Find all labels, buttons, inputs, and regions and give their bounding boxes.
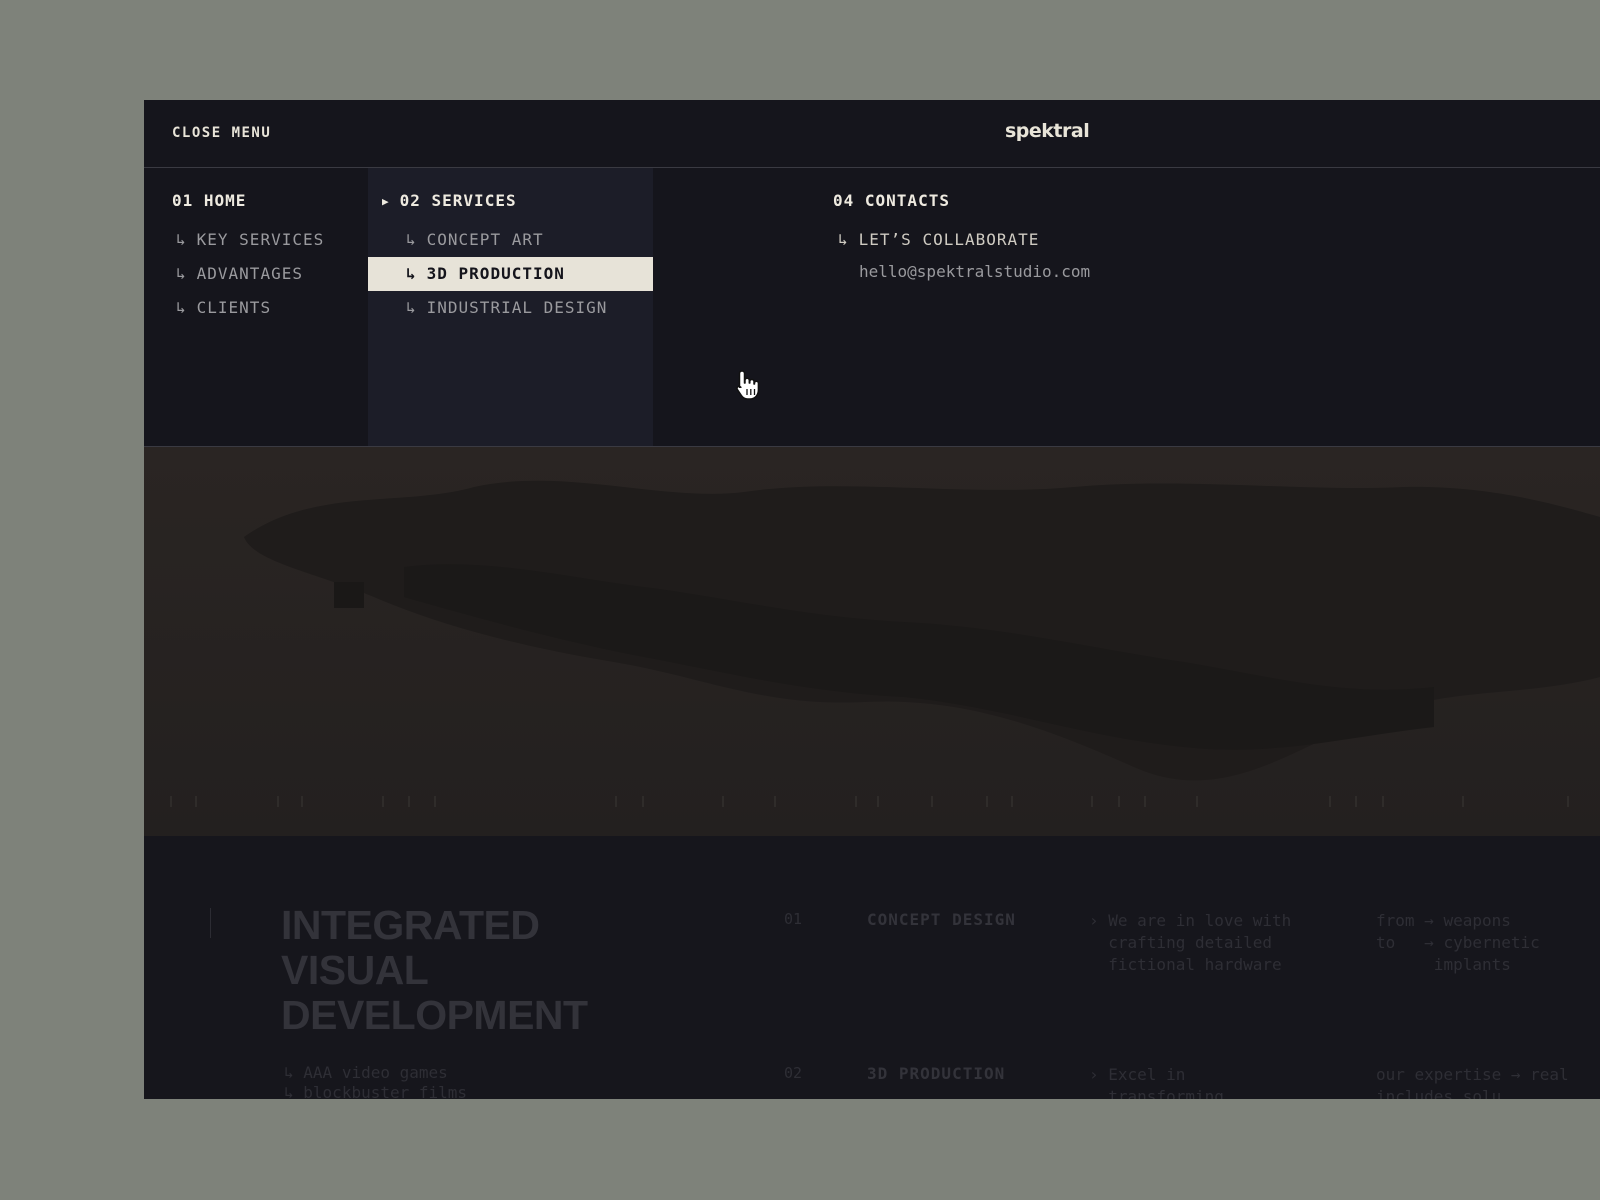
menu-item-advantages[interactable]: ↳ ADVANTAGES [144,257,368,291]
return-arrow-icon: ↳ [284,1063,294,1082]
menu-column-services: ▶ 02 SERVICES ↳ CONCEPT ART ↳ 3D PRODUCTION… [368,168,653,446]
section-title: INTEGRATED VISUAL DEVELOPMENT [281,902,588,1038]
menu-item-industrial-design[interactable]: ↳ INDUSTRIAL DESIGN [368,291,653,325]
contact-email-link[interactable]: hello@spektralstudio.com [859,262,1090,281]
menu-item-3d-production[interactable]: ↳ 3D PRODUCTION [368,257,653,291]
return-arrow-icon: ↳ [406,264,417,283]
service-number: 02 [784,1064,803,1082]
hand-pointer-icon [736,370,760,400]
return-arrow-icon: ↳ [176,298,187,317]
menu-contacts-title[interactable]: 04 CONTACTS [833,191,950,210]
return-arrow-icon: ↳ [284,1083,294,1099]
return-arrow-icon: ↳ [406,230,417,249]
return-arrow-icon: ↳ [838,230,849,249]
return-arrow-icon: ↳ [406,298,417,317]
menu-column-contacts: 04 CONTACTS ↳ LET’S COLLABORATE hello@spe… [824,168,1324,446]
service-meta: our expertise → real includes solu [1376,1065,1569,1099]
close-menu-button[interactable]: CLOSE MENU [172,125,271,141]
service-description: › We are in love with crafting detailed … [1089,911,1292,974]
menu-home-title[interactable]: 01 HOME [172,191,246,210]
service-name: 3D PRODUCTION [867,1064,1006,1083]
header: CLOSE MENU spektral [144,100,1600,168]
menu-item-lets-collaborate[interactable]: ↳ LET’S COLLABORATE [824,223,1324,257]
list-item: ↳ AAA video games [284,1063,448,1082]
play-triangle-icon: ▶ [382,195,390,208]
page-content-dimmed: INTEGRATED VISUAL DEVELOPMENT ↳ AAA vide… [144,836,1600,1099]
service-description: › Excel in transforming [1089,1065,1224,1099]
menu-item-clients[interactable]: ↳ CLIENTS [144,291,368,325]
return-arrow-icon: ↳ [176,264,187,283]
menu-overlay-window: CLOSE MENU spektral 01 HOME ↳ KEY SERVICE… [144,100,1600,1099]
service-number: 01 [784,910,803,928]
menu-column-home: 01 HOME ↳ KEY SERVICES ↳ ADVANTAGES ↳ CLIEN… [144,168,368,446]
service-name: CONCEPT DESIGN [867,910,1016,929]
hero-image [144,447,1600,836]
landscape-illustration [144,447,1600,836]
logo[interactable]: spektral [1005,120,1090,142]
divider [210,908,211,938]
menu-item-key-services[interactable]: ↳ KEY SERVICES [144,223,368,257]
navigation-menu: 01 HOME ↳ KEY SERVICES ↳ ADVANTAGES ↳ CLIEN… [144,168,1600,447]
service-meta: from → weapons to → cybernetic implants [1376,911,1540,974]
menu-item-concept-art[interactable]: ↳ CONCEPT ART [368,223,653,257]
return-arrow-icon: ↳ [176,230,187,249]
menu-services-title[interactable]: ▶ 02 SERVICES [382,191,517,210]
list-item: ↳ blockbuster films [284,1083,467,1099]
